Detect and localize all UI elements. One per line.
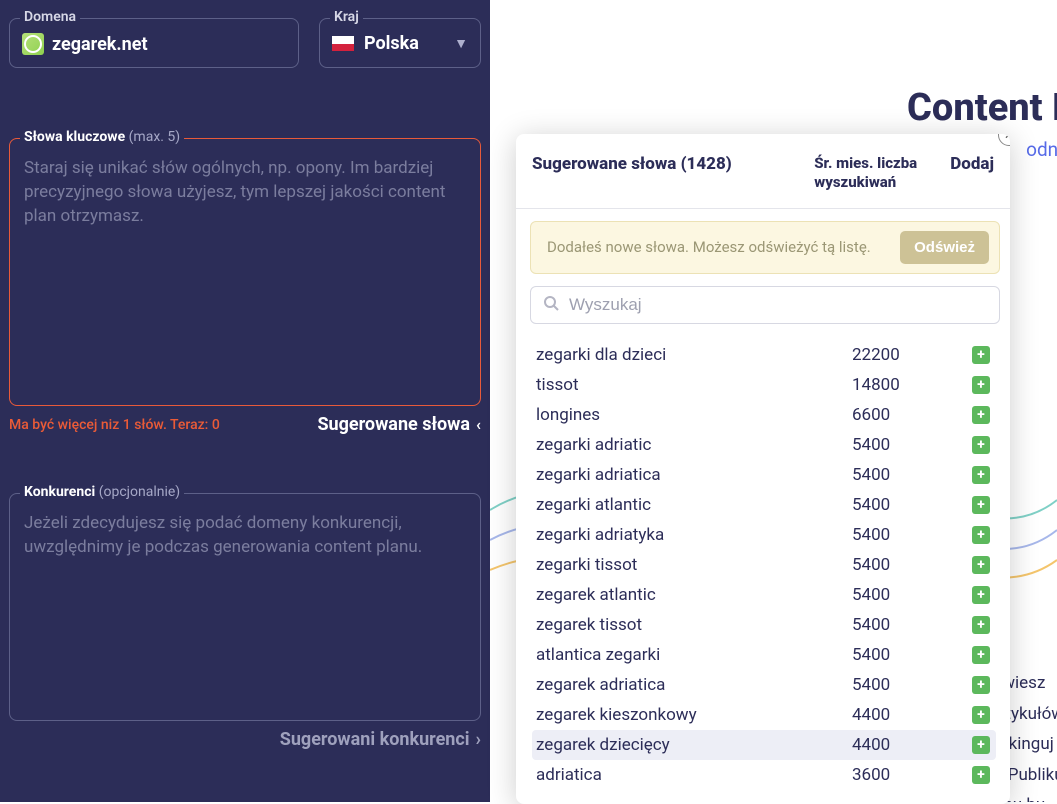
keyword-row[interactable]: zegarki adriatic5400 <box>532 430 996 460</box>
add-button[interactable] <box>972 406 990 424</box>
keywords-label: Słowa kluczowe (max. 5) <box>20 129 184 145</box>
volume-text: 5400 <box>852 555 972 575</box>
keyword-text: longines <box>536 405 852 425</box>
volume-text: 5400 <box>852 525 972 545</box>
keyword-text: zegarki atlantic <box>536 495 852 515</box>
volume-text: 4400 <box>852 735 972 755</box>
add-button[interactable] <box>972 616 990 634</box>
volume-text: 5400 <box>852 675 972 695</box>
add-button[interactable] <box>972 676 990 694</box>
site-favicon-icon <box>22 33 44 55</box>
keyword-row[interactable]: tissot14800 <box>532 370 996 400</box>
volume-text: 5400 <box>852 435 972 455</box>
keyword-row[interactable]: adriatica3600 <box>532 760 996 790</box>
volume-text: 4400 <box>852 705 972 725</box>
page-title: Content Pl <box>907 86 1057 130</box>
volume-text: 14800 <box>852 375 972 395</box>
keyword-text: zegarek adriatica <box>536 675 852 695</box>
volume-text: 22200 <box>852 345 972 365</box>
volume-text: 5400 <box>852 465 972 485</box>
country-select[interactable]: Kraj Polska ▼ <box>319 18 481 68</box>
refresh-notice: Dodałeś nowe słowa. Możesz odświeżyć tą … <box>530 221 1000 274</box>
header-add: Dodaj <box>950 154 994 174</box>
add-button[interactable] <box>972 766 990 784</box>
domain-label: Domena <box>20 9 80 25</box>
add-button[interactable] <box>972 586 990 604</box>
keyword-text: adriatica <box>536 765 852 785</box>
add-button[interactable] <box>972 376 990 394</box>
add-button[interactable] <box>972 436 990 454</box>
keyword-row[interactable]: zegarek atlantic5400 <box>532 580 996 610</box>
keyword-text: zegarki tissot <box>536 555 852 575</box>
keyword-text: zegarek dziecięcy <box>536 735 852 755</box>
volume-text: 5400 <box>852 585 972 605</box>
keyword-text: zegarek kieszonkowy <box>536 705 852 725</box>
keyword-text: zegarek atlantic <box>536 585 852 605</box>
keyword-row[interactable]: zegarek tissot5400 <box>532 610 996 640</box>
keyword-row[interactable]: zegarki dla dzieci22200 <box>532 340 996 370</box>
refresh-text: Dodałeś nowe słowa. Możesz odświeżyć tą … <box>547 238 871 256</box>
chevron-right-icon: › <box>476 729 481 750</box>
suggested-competitors-link[interactable]: Sugerowani konkurenci › <box>280 729 481 750</box>
chevron-down-icon: ▼ <box>454 35 468 52</box>
keyword-text: zegarki dla dzieci <box>536 345 852 365</box>
add-button[interactable] <box>972 556 990 574</box>
keywords-placeholder: Staraj się unikać słów ogólnych, np. opo… <box>24 157 466 228</box>
keyword-row[interactable]: atlantica zegarki5400 <box>532 640 996 670</box>
refresh-button[interactable]: Odśwież <box>900 231 989 264</box>
volume-text: 6600 <box>852 405 972 425</box>
poland-flag-icon <box>332 36 354 51</box>
competitors-textarea[interactable]: Konkurenci (opcjonalnie) Jeżeli zdecyduj… <box>9 493 481 721</box>
keyword-row[interactable]: longines6600 <box>532 400 996 430</box>
keywords-textarea[interactable]: Słowa kluczowe (max. 5) Staraj się unika… <box>9 138 481 406</box>
add-button[interactable] <box>972 736 990 754</box>
keyword-row[interactable]: zegarek adriatica5400 <box>532 670 996 700</box>
keywords-error: Ma być więcej niz 1 słów. Teraz: 0 <box>9 417 220 433</box>
config-sidebar: Domena zegarek.net Kraj Polska ▼ Słowa k… <box>0 0 490 802</box>
keyword-text: zegarki adriatic <box>536 435 852 455</box>
competitors-label: Konkurenci (opcjonalnie) <box>20 484 184 500</box>
volume-text: 5400 <box>852 615 972 635</box>
keyword-row[interactable]: zegarki atlantic5400 <box>532 490 996 520</box>
country-label: Kraj <box>330 9 363 25</box>
header-volume: Śr. mies. liczba wyszukiwań <box>814 154 942 192</box>
suggested-words-popover: ✕ Sugerowane słowa (1428) Śr. mies. licz… <box>516 134 1010 804</box>
country-value: Polska <box>364 33 419 54</box>
add-button[interactable] <box>972 466 990 484</box>
add-button[interactable] <box>972 526 990 544</box>
keyword-list[interactable]: zegarki dla dzieci22200tissot14800longin… <box>530 340 1000 800</box>
keyword-text: tissot <box>536 375 852 395</box>
keyword-row[interactable]: zegarki adriatyka5400 <box>532 520 996 550</box>
search-input[interactable] <box>569 295 987 315</box>
page-subtitle: odnie z <box>1026 138 1057 161</box>
keyword-row[interactable]: zegarki tissot5400 <box>532 550 996 580</box>
add-button[interactable] <box>972 346 990 364</box>
header-suggested: Sugerowane słowa (1428) <box>532 154 806 174</box>
keyword-text: atlantica zegarki <box>536 645 852 665</box>
add-button[interactable] <box>972 496 990 514</box>
popover-header: Sugerowane słowa (1428) Śr. mies. liczba… <box>516 134 1010 209</box>
chevron-left-icon: ‹ <box>476 415 481 434</box>
volume-text: 5400 <box>852 495 972 515</box>
keyword-text: zegarki adriatica <box>536 465 852 485</box>
search-icon <box>543 295 559 315</box>
competitors-placeholder: Jeżeli zdecydujesz się podać domeny konk… <box>24 512 466 560</box>
search-input-wrap[interactable] <box>530 286 1000 324</box>
suggested-words-link[interactable]: Sugerowane słowa ‹ <box>317 414 481 435</box>
volume-text: 3600 <box>852 765 972 785</box>
keyword-row[interactable]: zegarek dziecięcy4400 <box>532 730 996 760</box>
close-icon: ✕ <box>1004 134 1010 142</box>
add-button[interactable] <box>972 706 990 724</box>
keyword-row[interactable]: zegarek kieszonkowy4400 <box>532 700 996 730</box>
keyword-row[interactable]: zegarki adriatica5400 <box>532 460 996 490</box>
volume-text: 5400 <box>852 645 972 665</box>
domain-field[interactable]: Domena zegarek.net <box>9 18 299 68</box>
keyword-text: zegarki adriatyka <box>536 525 852 545</box>
keyword-text: zegarek tissot <box>536 615 852 635</box>
domain-value: zegarek.net <box>52 34 148 55</box>
add-button[interactable] <box>972 646 990 664</box>
